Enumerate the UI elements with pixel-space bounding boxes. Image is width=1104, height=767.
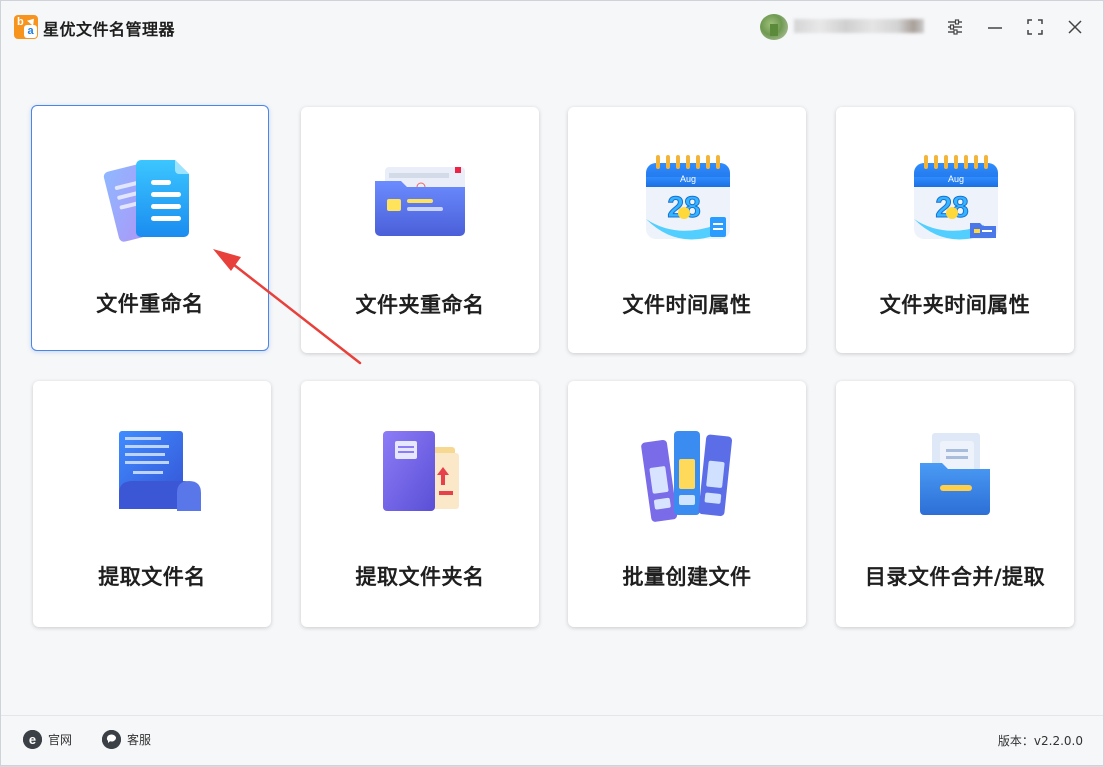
- tool-card-extract-folder-names[interactable]: 提取文件夹名: [301, 381, 539, 627]
- tool-card-file-rename[interactable]: 文件重命名: [31, 105, 269, 351]
- minimize-button[interactable]: [981, 13, 1009, 41]
- footer-bar: e 官网 客服 版本：v2.2.0.0: [1, 715, 1103, 765]
- title-bar: b a 星优文件名管理器: [1, 1, 1103, 53]
- website-link[interactable]: e 官网: [23, 730, 72, 749]
- website-label: 官网: [48, 733, 73, 747]
- maximize-button[interactable]: [1021, 13, 1049, 41]
- tool-card-batch-create-files[interactable]: 批量创建文件: [568, 381, 806, 627]
- tool-label: 文件时间属性: [622, 293, 752, 317]
- folder-card-icon: [365, 149, 475, 249]
- customer-service-link[interactable]: 客服: [102, 730, 151, 749]
- app-window: b a 星优文件名管理器 文件重命名 文件夹重命名 Aug 文件时间属性 Aug…: [0, 0, 1104, 766]
- book-folder-icon: [365, 423, 475, 523]
- chat-bubble-icon: [102, 730, 121, 749]
- tool-label: 提取文件名: [98, 565, 206, 589]
- settings-button[interactable]: [941, 13, 969, 41]
- scroll-document-icon: [97, 423, 207, 523]
- tool-label: 文件重命名: [96, 292, 204, 316]
- tool-label: 目录文件合并/提取: [864, 565, 1046, 589]
- tool-card-folder-time-attributes[interactable]: Aug 28 文件夹时间属性: [836, 107, 1074, 353]
- minimize-icon: [988, 27, 1002, 29]
- tool-card-folder-rename[interactable]: 文件夹重命名: [301, 107, 539, 353]
- calendar-month: Aug: [948, 174, 964, 184]
- app-logo-icon: b a: [14, 15, 38, 39]
- app-title: 星优文件名管理器: [43, 20, 176, 39]
- calendar-file-icon: Aug 28: [632, 149, 742, 249]
- maximize-icon: [1027, 19, 1043, 35]
- binders-icon: [632, 423, 742, 523]
- browser-e-icon: e: [23, 730, 42, 749]
- user-name[interactable]: [794, 19, 924, 33]
- close-icon: [1068, 20, 1082, 34]
- tool-card-extract-file-names[interactable]: 提取文件名: [33, 381, 271, 627]
- tool-label: 文件夹重命名: [355, 293, 485, 317]
- user-avatar[interactable]: [760, 14, 788, 40]
- tool-label: 批量创建文件: [622, 565, 752, 589]
- file-box-icon: [900, 423, 1010, 523]
- version-text: 版本：v2.2.0.0: [997, 734, 1083, 748]
- calendar-month: Aug: [680, 174, 696, 184]
- service-label: 客服: [127, 733, 152, 747]
- tool-card-file-time-attributes[interactable]: Aug 28 文件时间属性: [568, 107, 806, 353]
- file-documents-icon: [95, 148, 205, 248]
- tool-label: 提取文件夹名: [355, 565, 485, 589]
- svg-text:e: e: [29, 732, 36, 747]
- settings-icon: [948, 19, 962, 35]
- tool-label: 文件夹时间属性: [879, 293, 1031, 317]
- close-button[interactable]: [1061, 13, 1089, 41]
- calendar-folder-icon: Aug 28: [900, 149, 1010, 249]
- tool-card-merge-extract-directory-files[interactable]: 目录文件合并/提取: [836, 381, 1074, 627]
